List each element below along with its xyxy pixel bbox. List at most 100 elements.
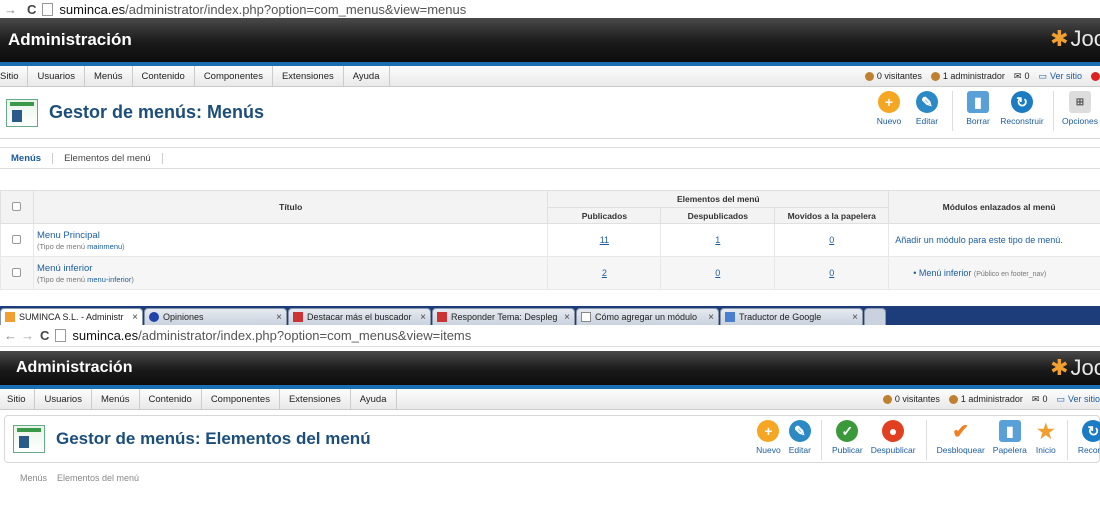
menu-item-usuarios[interactable]: Usuarios (35, 389, 92, 409)
close-icon[interactable]: × (564, 312, 570, 323)
menu-item-contenido[interactable]: Contenido (140, 389, 202, 409)
subtab-menus[interactable]: Menús (20, 473, 47, 483)
menu-item-menus[interactable]: Menús (85, 66, 133, 86)
page-toolbar: Gestor de menús: Menús + Nuevo ✎ Editar ▮ B… (0, 87, 1100, 139)
site-favicon (149, 312, 159, 322)
admin-header: Administración ✱ Joo (0, 18, 1100, 62)
close-icon[interactable]: × (420, 312, 426, 323)
url-domain: suminca.es (59, 1, 126, 17)
menu-name-link[interactable]: Menú inferior (37, 263, 547, 274)
messages-status[interactable]: ✉ 0 (1014, 71, 1030, 82)
row-checkbox[interactable] (12, 234, 22, 244)
trashed-header: Movidos a la papelera (774, 207, 890, 224)
subtab-menu-items[interactable]: Elementos del menú (57, 473, 139, 483)
menu-item-sitio[interactable]: Sitio (0, 389, 36, 409)
browser-tab[interactable]: Destacar más el buscador × (288, 308, 431, 325)
trash-button[interactable]: ▮ Papelera (989, 420, 1031, 460)
menu-name-link[interactable]: Menu Principal (37, 230, 547, 241)
menu-item-contenido[interactable]: Contenido (133, 66, 195, 86)
home-button[interactable]: ★ Inicio (1031, 420, 1061, 460)
published-count-link[interactable]: 2 (547, 256, 662, 290)
menu-item-componentes[interactable]: Componentes (202, 389, 280, 409)
title-header[interactable]: Título (32, 190, 549, 224)
add-module-link[interactable]: Añadir un módulo para este tipo de menú. (889, 235, 1063, 245)
url-text[interactable]: suminca.es/administrator/index.php?optio… (72, 328, 471, 343)
page-toolbar: Gestor de menús: Elementos del menú + Nue… (4, 415, 1100, 463)
new-button[interactable]: + Nuevo (752, 420, 785, 460)
unpublish-button[interactable]: ● Despublicar (867, 420, 920, 460)
address-bar[interactable]: ← → C suminca.es/administrator/index.php… (0, 325, 1100, 347)
toolbar-divider (1053, 91, 1054, 131)
url-text[interactable]: suminca.es/administrator/index.php?optio… (59, 2, 466, 17)
new-label: Nuevo (756, 445, 781, 455)
forward-icon[interactable]: → (4, 2, 17, 17)
unpublish-icon: ● (882, 420, 905, 442)
close-icon[interactable]: × (132, 312, 138, 323)
edit-button[interactable]: ✎ Editar (908, 91, 946, 131)
checkin-label: Desbloquear (936, 445, 985, 455)
options-button[interactable]: ⊞ Opciones (1060, 91, 1100, 131)
trashed-count-link[interactable]: 0 (774, 256, 890, 290)
delete-button[interactable]: ▮ Borrar (959, 91, 997, 131)
screenshot-menus: → C suminca.es/administrator/index.php?o… (0, 0, 1100, 306)
unpublished-count-link[interactable]: 1 (660, 223, 776, 257)
new-button[interactable]: + Nuevo (870, 91, 908, 131)
messages-status[interactable]: ✉ 0 (1032, 394, 1048, 405)
menu-item-sitio[interactable]: Sitio (0, 66, 29, 86)
trash-icon: ▮ (967, 91, 989, 113)
select-all-checkbox[interactable] (12, 201, 22, 211)
rebuild-button[interactable]: ↻ Reconst (1074, 420, 1100, 460)
back-icon[interactable]: ← (4, 328, 17, 343)
browser-tab[interactable]: Responder Tema: Despleg × (432, 308, 575, 325)
row-checkbox[interactable] (12, 267, 22, 277)
alert-icon[interactable] (1091, 71, 1100, 81)
menu-item-extensiones[interactable]: Extensiones (273, 66, 344, 86)
close-icon[interactable]: × (276, 312, 282, 323)
admin-icon (948, 394, 958, 404)
subtab-menu-items[interactable]: Elementos del menú (53, 152, 163, 164)
subtab-menus[interactable]: Menús (0, 152, 54, 164)
close-icon[interactable]: × (852, 312, 858, 323)
publish-button[interactable]: ✓ Publicar (828, 420, 867, 460)
view-site-link[interactable]: ▭ Ver sitio (1038, 71, 1082, 82)
menu-item-componentes[interactable]: Componentes (195, 66, 273, 86)
menu-item-menus[interactable]: Menús (92, 389, 140, 409)
row-checkbox-cell (0, 256, 34, 290)
toolbar-divider (952, 91, 953, 131)
checkin-button[interactable]: ✔ Desbloquear (933, 420, 989, 460)
plus-icon: + (878, 91, 900, 113)
joomla-logo: ✱ Joo (1050, 26, 1100, 52)
new-tab-button[interactable] (864, 308, 886, 325)
menu-item-ayuda[interactable]: Ayuda (344, 66, 390, 86)
unpublished-count-link[interactable]: 0 (660, 256, 776, 290)
page-icon (42, 2, 54, 16)
menu-item-usuarios[interactable]: Usuarios (28, 66, 85, 86)
browser-tab[interactable]: Traductor de Google × (720, 308, 863, 325)
admin-title: Administración (16, 359, 133, 376)
browser-tab[interactable]: Cómo agregar un módulo × (576, 308, 719, 325)
forward-icon[interactable]: → (21, 328, 34, 343)
toolbar-divider (925, 420, 927, 460)
menu-item-extensiones[interactable]: Extensiones (280, 389, 351, 409)
published-count-link[interactable]: 11 (547, 223, 662, 257)
linked-module[interactable]: • Menú inferior (Público en footer_nav) (889, 268, 1046, 278)
view-site-link[interactable]: ▭ Ver sitio (1056, 394, 1100, 405)
toolbar-buttons: + Nuevo ✎ Editar ✓ Publicar ● Despublicar ✔ D… (752, 420, 1100, 460)
modules-cell: • Menú inferior (Público en footer_nav) (888, 256, 1100, 290)
menu-item-ayuda[interactable]: Ayuda (351, 389, 397, 409)
status-bar: 0 visitantes 1 administrador ✉ 0 ▭ Ver sit… (864, 71, 1100, 82)
rebuild-button[interactable]: ↻ Reconstruir (997, 91, 1047, 131)
close-icon[interactable]: × (708, 312, 714, 323)
browser-tab[interactable]: SUMINCA S.L. - Administr × (0, 308, 143, 325)
browser-tab[interactable]: Opiniones × (144, 308, 287, 325)
reload-icon[interactable]: C (27, 2, 36, 17)
trashed-count-link[interactable]: 0 (774, 223, 890, 257)
menu-type-suffix: ) (122, 241, 125, 251)
admins-status: 1 administrador (948, 394, 1023, 404)
edit-button[interactable]: ✎ Editar (785, 420, 815, 460)
address-bar[interactable]: → C suminca.es/administrator/index.php?o… (0, 0, 1100, 18)
modules-header: Módulos enlazados al menú (888, 190, 1100, 224)
forum-favicon (293, 312, 303, 322)
reload-icon[interactable]: C (40, 328, 49, 343)
options-label: Opciones (1062, 116, 1098, 126)
